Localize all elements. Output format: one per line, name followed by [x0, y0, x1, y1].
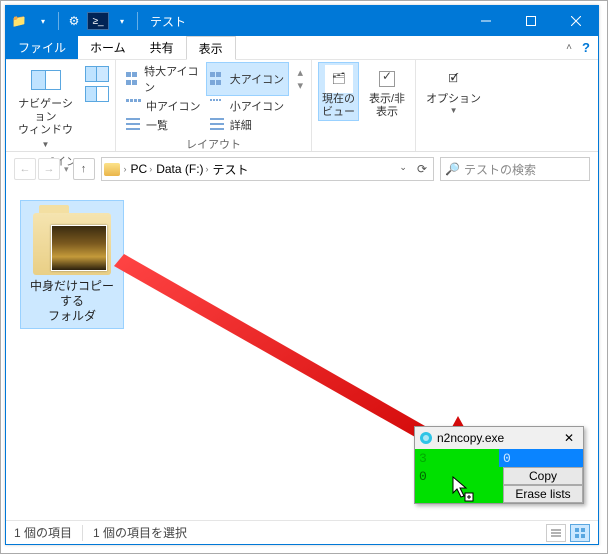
tab-share[interactable]: 共有	[138, 36, 186, 59]
layout-small-icons[interactable]: 小アイコン	[206, 97, 290, 115]
explorer-window: 📁 ▾ ⚙ ≥_ ▾ テスト ファイル ホーム 共有 表示 ˄ ? ナ	[5, 5, 599, 545]
nav-back-button[interactable]: ←	[14, 158, 36, 180]
nav-up-button[interactable]: ↑	[73, 158, 95, 180]
search-icon: 🔍	[445, 162, 460, 176]
n2ncopy-window: n2ncopy.exe ✕ 3 0 0 Copy Erase lists	[414, 426, 584, 504]
chevron-up-icon[interactable]: ˄	[566, 42, 572, 53]
folder-name: 中身だけコピーする フォルダ	[25, 279, 119, 324]
popup-title: n2ncopy.exe	[437, 431, 504, 445]
folder-icon: 📁	[8, 10, 30, 32]
tab-home[interactable]: ホーム	[78, 36, 138, 59]
copy-button[interactable]: Copy	[503, 467, 583, 485]
preview-pane-button[interactable]	[85, 66, 109, 82]
powershell-icon[interactable]: ≥_	[87, 12, 109, 30]
layout-xl-icons[interactable]: 特大アイコン	[122, 62, 206, 96]
history-dropdown-icon[interactable]: ⌄	[395, 162, 411, 176]
ribbon-group-label: レイアウト	[186, 134, 241, 154]
popup-cell[interactable]: 0	[499, 449, 583, 467]
gear-icon[interactable]: ⚙	[63, 10, 85, 32]
popup-cell[interactable]: 0	[415, 467, 503, 485]
folder-thumbnail	[33, 205, 111, 275]
layout-details[interactable]: 詳細	[206, 116, 290, 134]
refresh-icon[interactable]: ⟳	[413, 162, 431, 176]
popup-titlebar[interactable]: n2ncopy.exe ✕	[415, 427, 583, 449]
breadcrumb-segment[interactable]: Data (F:)›	[156, 162, 208, 176]
close-button[interactable]	[553, 6, 598, 36]
layout-medium-icons[interactable]: 中アイコン	[122, 97, 206, 115]
details-pane-button[interactable]	[85, 86, 109, 102]
status-bar: 1 個の項目 1 個の項目を選択	[6, 520, 598, 544]
maximize-button[interactable]	[508, 6, 553, 36]
search-input[interactable]: 🔍 テストの検索	[440, 157, 590, 181]
breadcrumb-segment[interactable]: テスト	[213, 161, 249, 178]
breadcrumb-segment[interactable]: PC›	[131, 162, 153, 176]
options-button[interactable]: 🗹 オプション ▼	[422, 62, 485, 118]
tab-file[interactable]: ファイル	[6, 36, 78, 59]
scroll-up-icon[interactable]: ▴	[297, 66, 303, 79]
menu-tabs: ファイル ホーム 共有 表示 ˄ ?	[6, 36, 598, 60]
tab-view[interactable]: 表示	[186, 36, 236, 60]
navigation-pane-button[interactable]: ナビゲーション ウィンドウ ▼	[12, 62, 79, 151]
scroll-down-icon[interactable]: ▾	[297, 79, 303, 92]
show-hide-button[interactable]: 表示/非 表示	[365, 62, 409, 121]
address-bar: ← → ▾ ↑ › PC› Data (F:)› テスト ⌄ ⟳ 🔍 テストの検…	[6, 152, 598, 186]
layout-large-icons[interactable]: 大アイコン	[206, 62, 290, 96]
status-selection: 1 個の項目を選択	[93, 524, 187, 541]
popup-cell[interactable]	[415, 485, 503, 503]
breadcrumb[interactable]: › PC› Data (F:)› テスト ⌄ ⟳	[101, 157, 434, 181]
window-title: テスト	[150, 13, 463, 30]
ribbon: ナビゲーション ウィンドウ ▼ ペイン 特大アイコン 大アイコン	[6, 60, 598, 152]
minimize-button[interactable]	[463, 6, 508, 36]
view-details-button[interactable]	[546, 524, 566, 542]
layout-list[interactable]: 一覧	[122, 116, 206, 134]
dropdown-icon[interactable]: ▾	[111, 10, 133, 32]
current-view-button[interactable]: 🗂 現在の ビュー	[318, 62, 359, 121]
app-icon	[419, 431, 433, 445]
dropdown-icon[interactable]: ▾	[32, 10, 54, 32]
view-icons-button[interactable]	[570, 524, 590, 542]
erase-lists-button[interactable]: Erase lists	[503, 485, 583, 503]
history-dropdown[interactable]: ▾	[62, 164, 71, 175]
quick-access-toolbar: 📁 ▾ ⚙ ≥_ ▾	[6, 10, 142, 32]
folder-icon	[104, 163, 120, 176]
status-item-count: 1 個の項目	[14, 524, 72, 541]
nav-forward-button[interactable]: →	[38, 158, 60, 180]
help-icon[interactable]: ?	[574, 36, 598, 59]
popup-cell[interactable]: 3	[415, 449, 499, 467]
folder-item[interactable]: 中身だけコピーする フォルダ	[20, 200, 124, 329]
popup-close-button[interactable]: ✕	[559, 431, 579, 445]
titlebar: 📁 ▾ ⚙ ≥_ ▾ テスト	[6, 6, 598, 36]
